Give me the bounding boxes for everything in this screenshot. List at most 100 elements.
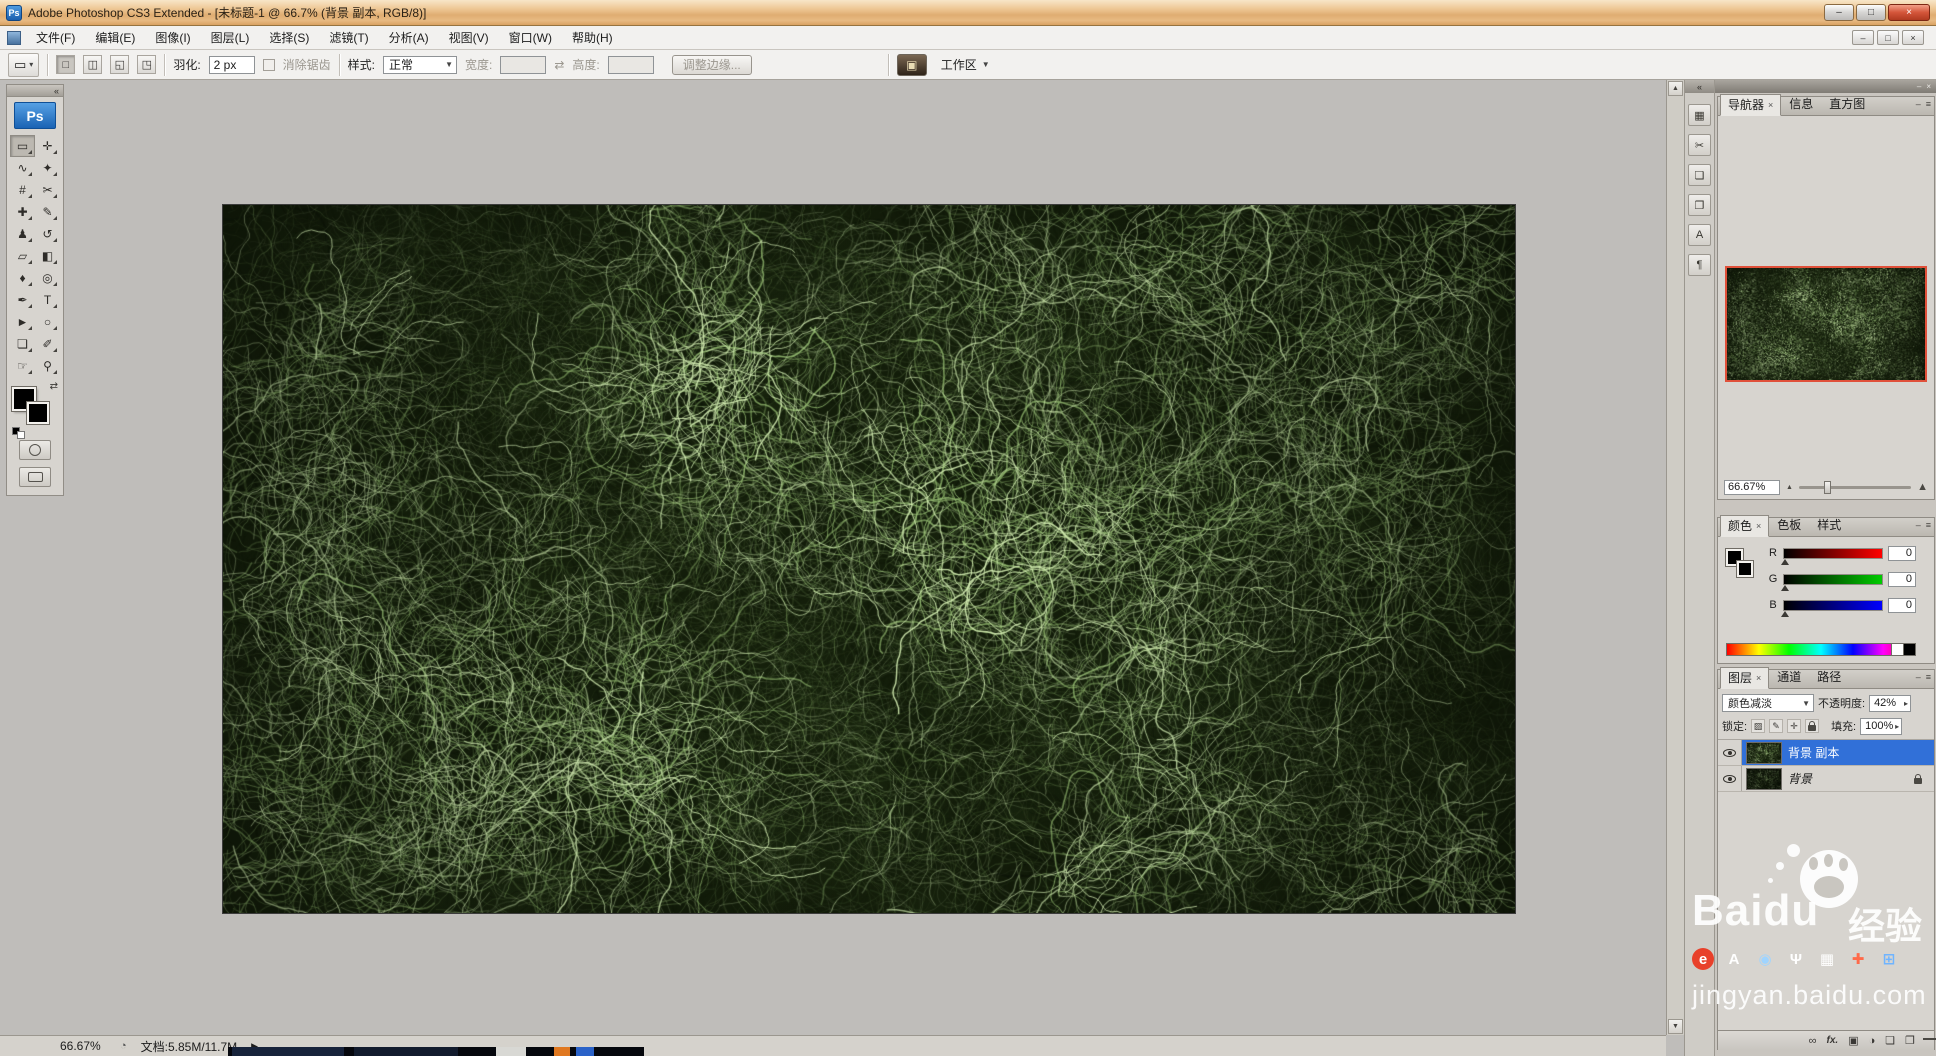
taskbar-item[interactable] (576, 1047, 594, 1056)
lock-all-icon[interactable] (1805, 719, 1820, 733)
tab-close-icon[interactable]: × (1756, 673, 1761, 683)
layer-thumbnail[interactable] (1746, 767, 1782, 790)
zoom-out-icon[interactable]: ▲ (1786, 484, 1793, 491)
panels-icon[interactable]: ▦ (1688, 104, 1711, 126)
dock-close-icon[interactable]: × (1926, 82, 1931, 91)
height-input[interactable] (607, 55, 654, 74)
document-close-button[interactable]: × (1902, 30, 1924, 45)
green-value-field[interactable]: 0 (1888, 571, 1916, 587)
pages-icon[interactable]: ❏ (1688, 164, 1711, 186)
copy-icon[interactable]: ❐ (1688, 194, 1711, 216)
tab-paths[interactable]: 路径 (1809, 666, 1849, 688)
refine-edge-button[interactable]: 调整边缘... (671, 54, 752, 75)
layer-thumbnail[interactable] (1746, 741, 1782, 764)
slice-tool[interactable]: ✂ (35, 179, 60, 201)
move-tool[interactable]: ✛ (35, 135, 60, 157)
tab-histogram[interactable]: 直方图 (1821, 93, 1873, 115)
menu-window[interactable]: 窗口(W) (499, 26, 562, 49)
gradient-tool[interactable]: ◧ (35, 245, 60, 267)
lock-paint-icon[interactable]: ✎ (1769, 719, 1784, 733)
color-spectrum-ramp[interactable] (1726, 643, 1916, 656)
shape-tool[interactable]: ○ (35, 311, 60, 333)
menu-image[interactable]: 图像(I) (145, 26, 200, 49)
white-swatch[interactable] (1891, 644, 1903, 655)
pen-tool[interactable]: ✒ (10, 289, 35, 311)
lock-move-icon[interactable]: ✛ (1787, 719, 1802, 733)
blur-tool[interactable]: ♦ (10, 267, 35, 289)
brush-tool[interactable]: ✎ (35, 201, 60, 223)
document-canvas[interactable] (223, 205, 1515, 913)
workspace-button[interactable]: 工作区 ▼ (935, 54, 996, 76)
blue-slider[interactable] (1781, 599, 1883, 617)
eraser-tool[interactable]: ▱ (10, 245, 35, 267)
layer-name[interactable]: 背景 副本 (1788, 744, 1839, 761)
tab-navigator[interactable]: 导航器 × (1720, 94, 1782, 116)
maximize-button[interactable]: □ (1856, 4, 1886, 21)
antialias-checkbox[interactable] (262, 58, 275, 71)
tab-info[interactable]: 信息 (1781, 93, 1821, 115)
tab-swatches[interactable]: 色板 (1769, 514, 1809, 536)
blue-value-field[interactable]: 0 (1888, 597, 1916, 613)
character-icon[interactable]: A (1688, 224, 1711, 246)
document-minimize-button[interactable]: – (1852, 30, 1874, 45)
green-slider[interactable] (1781, 573, 1883, 591)
paragraph-icon[interactable]: ¶ (1688, 254, 1711, 276)
panel-dock-header[interactable]: – × (1715, 80, 1936, 93)
notes-tool[interactable]: ❏ (10, 333, 35, 355)
menu-analysis[interactable]: 分析(A) (379, 26, 439, 49)
screen-mode-button[interactable] (19, 467, 51, 487)
rectangular-marquee-tool[interactable]: ▭ (10, 135, 35, 157)
go-to-bridge-button[interactable]: ▣ (896, 53, 927, 76)
healing-brush-tool[interactable]: ✚ (10, 201, 35, 223)
navigator-proxy-view[interactable] (1725, 266, 1927, 382)
tab-color[interactable]: 颜色 × (1720, 515, 1770, 537)
intersect-selection-button[interactable]: ◳ (137, 55, 157, 74)
clone-stamp-tool[interactable]: ♟ (10, 223, 35, 245)
dock-minimize-icon[interactable]: – (1917, 82, 1921, 91)
spin-arrow-icon[interactable]: ▸ (1904, 699, 1908, 708)
menu-filter[interactable]: 滤镜(T) (319, 26, 378, 49)
panel-minimize-icon[interactable]: – (1916, 100, 1921, 109)
tab-close-icon[interactable]: × (1756, 521, 1761, 531)
opacity-field[interactable]: 42% ▸ (1869, 694, 1912, 712)
status-zoom-field[interactable]: 66.67% (60, 1039, 110, 1053)
scroll-down-icon[interactable]: ▼ (1668, 1019, 1683, 1034)
scissors-icon[interactable]: ✂ (1688, 134, 1711, 156)
layer-mask-icon[interactable]: ▣ (1848, 1034, 1858, 1047)
document-restore-button[interactable]: □ (1877, 30, 1899, 45)
zoom-tool[interactable]: ⚲ (35, 355, 60, 377)
panel-minimize-icon[interactable]: – (1916, 521, 1921, 530)
taskbar-item[interactable] (554, 1047, 570, 1056)
ps-logo[interactable]: Ps (14, 102, 56, 129)
menu-help[interactable]: 帮助(H) (562, 26, 623, 49)
swap-colors-icon[interactable]: ⇄ (50, 381, 58, 392)
toolbox-collapse-bar[interactable]: « (6, 84, 64, 96)
panel-menu-icon[interactable]: ≡ (1926, 673, 1931, 682)
lock-transparency-icon[interactable]: ▨ (1751, 719, 1766, 733)
style-select[interactable]: 正常 ▼ (383, 55, 458, 74)
slider-thumb[interactable] (1781, 584, 1789, 591)
default-colors-icon[interactable] (17, 431, 25, 439)
type-tool[interactable]: T (35, 289, 60, 311)
tab-styles[interactable]: 样式 (1809, 514, 1849, 536)
menu-view[interactable]: 视图(V) (439, 26, 499, 49)
zoom-in-icon[interactable]: ▲ (1917, 481, 1928, 493)
tool-preset-button[interactable]: ▭ ▾ (8, 52, 40, 77)
blend-mode-select[interactable]: 颜色减淡 ▼ (1722, 694, 1814, 712)
new-layer-icon[interactable]: ❐ (1905, 1034, 1915, 1047)
black-swatch[interactable] (1903, 644, 1915, 655)
path-selection-tool[interactable]: ► (10, 311, 35, 333)
visibility-toggle[interactable] (1718, 766, 1742, 791)
quick-selection-tool[interactable]: ✦ (35, 157, 60, 179)
red-value-field[interactable]: 0 (1888, 545, 1916, 561)
panel-menu-icon[interactable]: ≡ (1926, 521, 1931, 530)
layer-row-background[interactable]: 背景 (1718, 766, 1934, 792)
taskbar-item[interactable] (496, 1047, 526, 1056)
panel-menu-icon[interactable]: ≡ (1926, 100, 1931, 109)
feather-input[interactable]: 2 px (208, 55, 255, 74)
link-layers-icon[interactable]: ∞ (1809, 1035, 1817, 1047)
taskbar-item[interactable] (232, 1047, 344, 1056)
layer-name[interactable]: 背景 (1788, 770, 1812, 787)
minimize-button[interactable]: – (1824, 4, 1854, 21)
panel-minimize-icon[interactable]: – (1916, 673, 1921, 682)
